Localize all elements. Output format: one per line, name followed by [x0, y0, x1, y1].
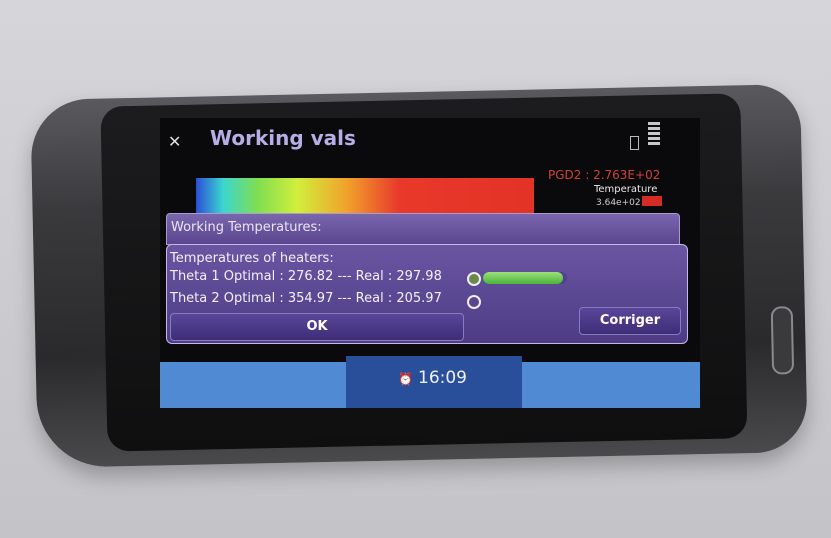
progress-fill: [483, 272, 563, 284]
heatmap-plot: [196, 178, 534, 216]
status-clock-area: ⏰ 16:09: [346, 356, 522, 408]
photo-background: ✕ Working vals PGD2 : 2.763E+02 Temperat…: [0, 0, 831, 538]
alarm-clock-icon: ⏰: [398, 372, 413, 386]
legend-title: Temperature: [594, 184, 658, 195]
home-key-button[interactable]: [770, 306, 795, 375]
theta1-row: Theta 1 Optimal : 276.82 --- Real : 297.…: [170, 269, 442, 284]
corriger-button[interactable]: Corriger: [579, 307, 681, 335]
dialog-header: Working Temperatures:: [166, 213, 680, 245]
clock-time: 16:09: [418, 368, 467, 388]
softkey-right[interactable]: [522, 362, 700, 408]
theta2-radio[interactable]: [467, 295, 481, 309]
battery-icon: [630, 136, 639, 150]
dialog-body: Temperatures of heaters: Theta 1 Optimal…: [166, 244, 688, 344]
legend-value: 3.64e+02: [596, 198, 641, 208]
app-title: Working vals: [210, 126, 356, 150]
theta1-radio[interactable]: [467, 272, 481, 286]
pgd-label: PGD2 : 2.763E+02: [548, 168, 661, 182]
section-title: Temperatures of heaters:: [170, 251, 334, 266]
close-icon[interactable]: ✕: [168, 132, 181, 151]
softkey-left[interactable]: [160, 362, 346, 408]
phone-screen: ✕ Working vals PGD2 : 2.763E+02 Temperat…: [160, 118, 700, 408]
ok-button[interactable]: OK: [170, 313, 464, 341]
signal-icon: [648, 122, 660, 152]
legend-swatch: [642, 196, 662, 206]
progress-bar: [483, 272, 567, 284]
dialog-title: Working Temperatures:: [171, 220, 322, 235]
theta2-row: Theta 2 Optimal : 354.97 --- Real : 205.…: [170, 291, 442, 306]
